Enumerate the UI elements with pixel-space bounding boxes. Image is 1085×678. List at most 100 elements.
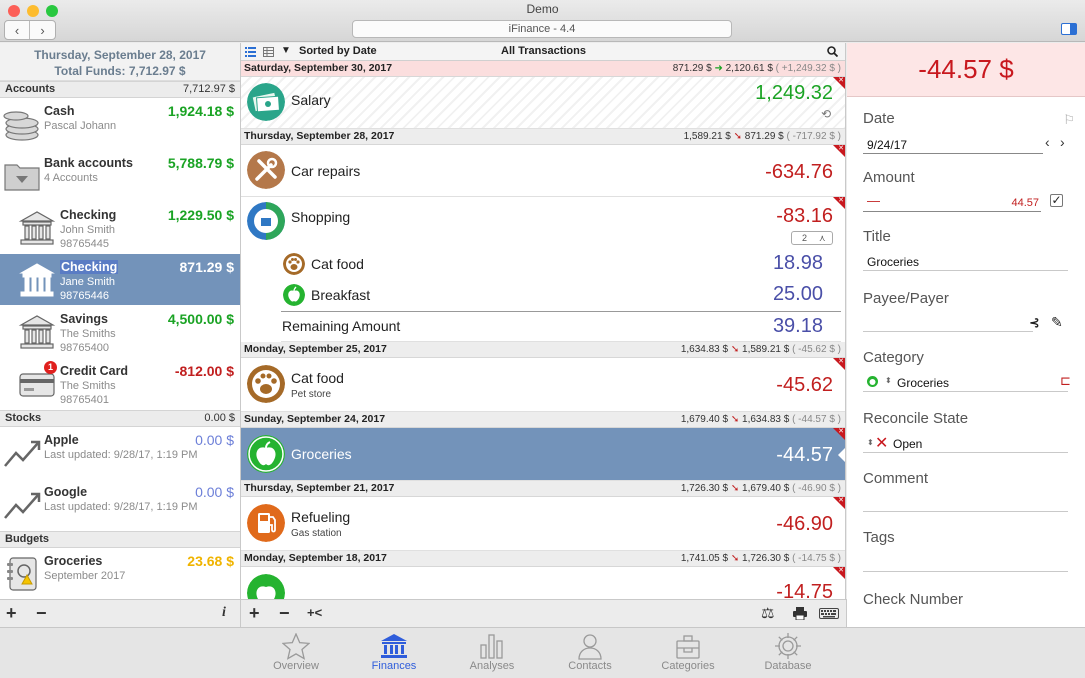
account-row-cash[interactable]: Cash Pascal Johann 1,924.18 $ bbox=[0, 98, 240, 150]
current-date: Thursday, September 28, 2017 bbox=[34, 48, 206, 62]
transaction-amount: -46.90 bbox=[776, 513, 833, 535]
reconcile-stepper[interactable]: ⬍ bbox=[867, 438, 874, 447]
add-transaction-button[interactable]: + bbox=[249, 603, 260, 624]
account-row-checking-jane[interactable]: Checking Jane Smith 98765446 871.29 $ bbox=[0, 254, 240, 306]
section-budgets[interactable]: Budgets bbox=[0, 531, 240, 548]
unreconciled-marker bbox=[833, 357, 845, 370]
account-row-credit-card[interactable]: 1 Credit Card The Smiths 98765401 -812.0… bbox=[0, 358, 240, 410]
account-balance: 4,500.00 $ bbox=[167, 311, 234, 327]
stock-row-apple[interactable]: Apple Last updated: 9/28/17, 1:19 PM 0.0… bbox=[0, 427, 240, 479]
title-field[interactable]: Groceries bbox=[867, 255, 919, 269]
remove-account-button[interactable]: − bbox=[36, 603, 47, 624]
account-number: 98765446 bbox=[60, 290, 109, 302]
bank-icon bbox=[19, 263, 55, 297]
sidebar-toggle-button[interactable] bbox=[1061, 23, 1077, 35]
transaction-row-refueling[interactable]: Refueling Gas station -46.90 bbox=[241, 496, 845, 551]
sort-dropdown-arrow[interactable]: ▼ bbox=[281, 45, 291, 56]
transaction-row-cat-food[interactable]: Cat food Pet store -45.62 bbox=[241, 357, 845, 412]
comment-field[interactable] bbox=[863, 511, 1068, 512]
transaction-details-panel: -44.57 $ Date ⚐ 9/24/17 ‹ › Amount — 44.… bbox=[847, 43, 1085, 627]
section-accounts[interactable]: Accounts 7,712.97 $ bbox=[0, 81, 240, 98]
transaction-payee: Gas station bbox=[291, 528, 342, 539]
transaction-row-car-repairs[interactable]: Car repairs -634.76 bbox=[241, 144, 845, 197]
keyboard-icon[interactable] bbox=[819, 608, 839, 619]
day-balance: 871.29 $ ➜ 2,120.61 $ ( +1,249.32 $ ) bbox=[672, 63, 841, 74]
date-label: Date bbox=[863, 110, 895, 127]
add-account-button[interactable]: + bbox=[6, 603, 17, 624]
forward-button[interactable]: › bbox=[30, 21, 55, 39]
balance-scale-icon[interactable]: ⚖ bbox=[761, 604, 774, 622]
category-split-icon[interactable]: ⊏ bbox=[1060, 373, 1071, 389]
amount-checkbox[interactable]: ✓ bbox=[1050, 194, 1063, 207]
payee-field[interactable] bbox=[863, 331, 1033, 332]
category-stepper[interactable]: ⬍ bbox=[885, 376, 892, 385]
reconcile-field[interactable]: Open bbox=[893, 437, 922, 451]
stock-value: 0.00 $ bbox=[195, 432, 234, 448]
budget-remaining: 23.68 $ bbox=[187, 553, 234, 569]
account-row-checking-john[interactable]: Checking John Smith 98765445 1,229.50 $ bbox=[0, 202, 240, 254]
payee-split-icon[interactable]: ⊰ bbox=[1029, 315, 1040, 331]
split-row-cat-food[interactable]: Cat food 18.98 bbox=[241, 249, 845, 280]
remove-transaction-button[interactable]: − bbox=[279, 603, 290, 624]
print-icon[interactable] bbox=[793, 607, 807, 620]
date-underline bbox=[863, 153, 1043, 154]
stock-name: Apple bbox=[44, 433, 79, 447]
person-icon bbox=[578, 633, 602, 660]
split-row-breakfast[interactable]: Breakfast 25.00 bbox=[241, 280, 845, 311]
category-label: Category bbox=[863, 349, 924, 366]
payee-label: Payee/Payer bbox=[863, 290, 949, 307]
search-icon[interactable] bbox=[827, 46, 838, 57]
previous-date-button[interactable]: ‹ bbox=[1045, 134, 1050, 150]
tab-finances[interactable]: Finances bbox=[354, 632, 434, 672]
tab-overview[interactable]: Overview bbox=[256, 632, 336, 672]
coins-icon bbox=[3, 111, 39, 141]
transaction-row-salary[interactable]: Salary 1,249.32 ⟲ bbox=[241, 76, 845, 129]
next-date-button[interactable]: › bbox=[1060, 134, 1065, 150]
sort-label[interactable]: Sorted by Date bbox=[299, 45, 377, 57]
split-amount: 18.98 bbox=[772, 252, 823, 274]
accounts-header: Thursday, September 28, 2017 Total Funds… bbox=[0, 43, 240, 81]
pencil-icon[interactable]: ✎ bbox=[1051, 314, 1063, 331]
recurring-icon: ⟲ bbox=[820, 107, 831, 121]
day-balance: 1,634.83 $ ➘ 1,589.21 $ ( -45.62 $ ) bbox=[680, 344, 841, 355]
section-stocks[interactable]: Stocks 0.00 $ bbox=[0, 410, 240, 427]
tab-categories[interactable]: Categories bbox=[648, 632, 728, 672]
transaction-row-partial[interactable]: -14.75 bbox=[241, 566, 845, 599]
account-group-bank[interactable]: Bank accounts 4 Accounts 5,788.79 $ bbox=[0, 150, 240, 202]
total-funds: Total Funds: 7,712.97 $ bbox=[54, 64, 186, 78]
transaction-row-shopping[interactable]: Shopping -83.16 2⋏ bbox=[241, 196, 845, 249]
gear-icon bbox=[775, 633, 801, 659]
table-view-icon[interactable] bbox=[263, 47, 274, 57]
account-number: 98765400 bbox=[60, 342, 109, 354]
account-name: Credit Card bbox=[60, 364, 129, 378]
flag-icon[interactable]: ⚐ bbox=[1063, 112, 1075, 128]
stock-row-google[interactable]: Google Last updated: 9/28/17, 1:19 PM 0.… bbox=[0, 479, 240, 531]
category-field[interactable]: Groceries bbox=[897, 376, 949, 390]
tab-database[interactable]: Database bbox=[748, 632, 828, 672]
transaction-amount: -634.76 bbox=[765, 161, 833, 183]
transaction-amount: -45.62 bbox=[776, 374, 833, 396]
back-button[interactable]: ‹ bbox=[5, 21, 30, 39]
split-transaction-button[interactable]: +< bbox=[307, 605, 322, 620]
tags-field[interactable] bbox=[863, 571, 1068, 572]
tab-analyses[interactable]: Analyses bbox=[452, 632, 532, 672]
accounts-toolbar: + − i bbox=[0, 599, 241, 627]
amount-field[interactable]: 44.57 bbox=[1011, 197, 1039, 209]
bar-chart-icon bbox=[480, 634, 503, 659]
check-number-label: Check Number bbox=[863, 591, 964, 608]
bank-icon bbox=[381, 634, 407, 658]
transaction-amount: -83.16 bbox=[776, 205, 833, 227]
tab-contacts[interactable]: Contacts bbox=[550, 632, 630, 672]
list-view-icon[interactable] bbox=[245, 47, 256, 57]
amount-sign-toggle[interactable]: — bbox=[867, 193, 880, 208]
info-button[interactable]: i bbox=[222, 605, 226, 621]
split-row-remaining: Remaining Amount 39.18 bbox=[281, 311, 841, 342]
account-balance: -812.00 $ bbox=[174, 363, 234, 379]
day-header: Thursday, September 28, 2017 1,589.21 $ … bbox=[241, 129, 845, 145]
paw-icon bbox=[247, 365, 285, 403]
transaction-row-groceries[interactable]: Groceries -44.57 bbox=[241, 427, 845, 481]
date-field[interactable]: 9/24/17 bbox=[867, 138, 907, 152]
account-row-savings[interactable]: Savings The Smiths 98765400 4,500.00 $ bbox=[0, 306, 240, 358]
budget-row-groceries[interactable]: Groceries September 2017 23.68 $ bbox=[0, 548, 240, 599]
remaining-amount: 39.18 bbox=[772, 315, 823, 337]
